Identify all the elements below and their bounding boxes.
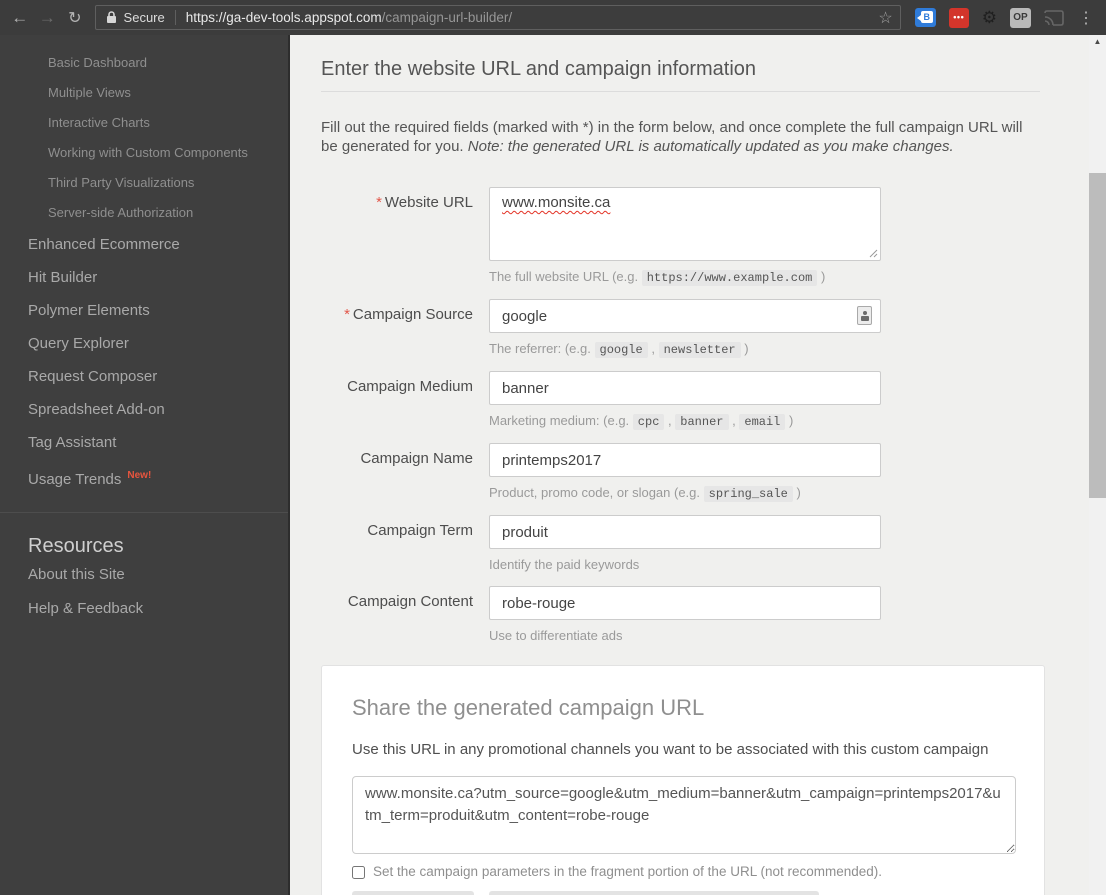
new-badge: New! bbox=[127, 470, 151, 481]
op-extension-icon[interactable]: OP bbox=[1010, 8, 1031, 28]
campaign-term-input[interactable] bbox=[489, 515, 881, 549]
sidebar-item-working-with-custom-components[interactable]: Working with Custom Components bbox=[0, 138, 288, 168]
intro-paragraph: Fill out the required fields (marked wit… bbox=[321, 118, 1041, 156]
campaign-term-help: Identify the paid keywords bbox=[489, 557, 881, 572]
example-chip: google bbox=[595, 342, 648, 358]
fragment-checkbox[interactable] bbox=[352, 866, 365, 879]
campaign-name-row: Campaign Name Product, promo code, or sl… bbox=[321, 443, 1106, 501]
campaign-content-help: Use to differentiate ads bbox=[489, 628, 881, 643]
share-card-title: Share the generated campaign URL bbox=[352, 694, 1014, 722]
red-dots-extension-icon[interactable]: ••• bbox=[949, 8, 969, 28]
gear-extension-icon[interactable]: ⚙ bbox=[982, 8, 997, 28]
required-asterisk: * bbox=[376, 194, 382, 211]
campaign-medium-help: Marketing medium: (e.g. cpc , banner , e… bbox=[489, 413, 881, 429]
campaign-medium-label: Campaign Medium bbox=[321, 371, 473, 429]
example-chip: newsletter bbox=[659, 342, 741, 358]
resources-heading: Resources bbox=[0, 535, 288, 558]
sidebar-item-third-party-visualizations[interactable]: Third Party Visualizations bbox=[0, 168, 288, 198]
example-chip: banner bbox=[675, 414, 728, 430]
autofill-icon[interactable] bbox=[857, 306, 872, 325]
sidebar-item-enhanced-ecommerce[interactable]: Enhanced Ecommerce bbox=[0, 228, 288, 261]
back-icon[interactable]: ← bbox=[6, 8, 34, 28]
campaign-source-input[interactable] bbox=[489, 299, 881, 333]
campaign-name-label: Campaign Name bbox=[321, 443, 473, 501]
bookmark-star-icon[interactable]: ☆ bbox=[878, 8, 892, 28]
convert-short-link-button[interactable] bbox=[489, 891, 819, 895]
reload-icon[interactable]: ↻ bbox=[61, 8, 89, 28]
sidebar-item-query-explorer[interactable]: Query Explorer bbox=[0, 327, 288, 360]
page-url[interactable]: https://ga-dev-tools.appspot.com/campaig… bbox=[186, 10, 512, 25]
campaign-term-row: Campaign Term Identify the paid keywords bbox=[321, 515, 1106, 572]
example-chip: email bbox=[739, 414, 785, 430]
intro-note: Note: the generated URL is automatically… bbox=[468, 138, 954, 155]
tag-assistant-extension-icon[interactable]: B bbox=[915, 8, 936, 27]
forward-icon[interactable]: → bbox=[34, 8, 62, 28]
sidebar-item-spreadsheet-add-on[interactable]: Spreadsheet Add-on bbox=[0, 393, 288, 426]
campaign-form: *Website URL www.monsite.ca The full web… bbox=[321, 187, 1106, 643]
secure-label: Secure bbox=[124, 10, 165, 25]
url-host: https://ga-dev-tools.appspot.com bbox=[186, 10, 382, 25]
sidebar-item-interactive-charts[interactable]: Interactive Charts bbox=[0, 108, 288, 138]
website-url-value: www.monsite.ca bbox=[502, 194, 610, 211]
main-content: Enter the website URL and campaign infor… bbox=[290, 35, 1106, 895]
scrollbar-up-arrow-icon[interactable]: ▲ bbox=[1089, 35, 1106, 49]
campaign-content-input[interactable] bbox=[489, 586, 881, 620]
sidebar-item-tag-assistant[interactable]: Tag Assistant bbox=[0, 426, 288, 459]
campaign-source-help: The referrer: (e.g. google , newsletter … bbox=[489, 341, 881, 357]
title-rule bbox=[321, 91, 1040, 92]
browser-toolbar: ← → ↻ Secure https://ga-dev-tools.appspo… bbox=[0, 0, 1106, 35]
copy-url-button[interactable] bbox=[352, 891, 474, 895]
example-chip: cpc bbox=[633, 414, 665, 430]
extensions-area: B ••• ⚙ OP bbox=[915, 8, 1064, 28]
required-asterisk: * bbox=[344, 306, 350, 323]
sidebar-item-about-this-site[interactable]: About this Site bbox=[0, 558, 288, 592]
campaign-content-row: Campaign Content Use to differentiate ad… bbox=[321, 586, 1106, 643]
page-title: Enter the website URL and campaign infor… bbox=[321, 56, 1106, 82]
usage-trends-label: Usage Trends bbox=[28, 471, 121, 488]
sidebar-item-hit-builder[interactable]: Hit Builder bbox=[0, 261, 288, 294]
campaign-term-label: Campaign Term bbox=[321, 515, 473, 572]
campaign-content-label: Campaign Content bbox=[321, 586, 473, 643]
sidebar: Basic Dashboard Multiple Views Interacti… bbox=[0, 35, 290, 895]
share-url-card: Share the generated campaign URL Use thi… bbox=[321, 665, 1045, 895]
campaign-medium-input[interactable] bbox=[489, 371, 881, 405]
fragment-checkbox-row: Set the campaign parameters in the fragm… bbox=[352, 864, 1014, 879]
campaign-name-input[interactable] bbox=[489, 443, 881, 477]
campaign-source-row: *Campaign Source The referrer: (e.g. goo… bbox=[321, 299, 1106, 357]
example-chip: spring_sale bbox=[704, 486, 793, 502]
example-chip: https://www.example.com bbox=[642, 270, 818, 286]
sidebar-divider bbox=[0, 512, 288, 513]
website-url-label: *Website URL bbox=[321, 187, 473, 285]
sidebar-item-usage-trends[interactable]: Usage Trends New! bbox=[0, 459, 288, 492]
scrollbar-thumb[interactable] bbox=[1089, 173, 1106, 498]
sidebar-item-server-side-authorization[interactable]: Server-side Authorization bbox=[0, 198, 288, 228]
sidebar-item-request-composer[interactable]: Request Composer bbox=[0, 360, 288, 393]
share-card-buttons bbox=[352, 891, 1014, 895]
page-scrollbar[interactable]: ▲ bbox=[1089, 35, 1106, 895]
cast-icon[interactable] bbox=[1044, 10, 1064, 26]
campaign-name-help: Product, promo code, or slogan (e.g. spr… bbox=[489, 485, 881, 501]
campaign-medium-row: Campaign Medium Marketing medium: (e.g. … bbox=[321, 371, 1106, 429]
url-divider bbox=[175, 10, 176, 25]
app-window: Basic Dashboard Multiple Views Interacti… bbox=[0, 35, 1106, 895]
campaign-source-label: *Campaign Source bbox=[321, 299, 473, 357]
sidebar-item-multiple-views[interactable]: Multiple Views bbox=[0, 78, 288, 108]
sidebar-item-basic-dashboard[interactable]: Basic Dashboard bbox=[0, 48, 288, 78]
website-url-row: *Website URL www.monsite.ca The full web… bbox=[321, 187, 1106, 285]
website-url-help: The full website URL (e.g. https://www.e… bbox=[489, 269, 881, 285]
sidebar-item-polymer-elements[interactable]: Polymer Elements bbox=[0, 294, 288, 327]
url-path: /campaign-url-builder/ bbox=[382, 10, 513, 25]
tag-letter: B bbox=[921, 11, 933, 23]
sidebar-item-help-feedback[interactable]: Help & Feedback bbox=[0, 592, 288, 626]
generated-url-textarea[interactable]: www.monsite.ca?utm_source=google&utm_med… bbox=[352, 776, 1016, 854]
browser-menu-icon[interactable]: ⋮ bbox=[1074, 8, 1098, 28]
lock-icon bbox=[106, 11, 117, 24]
resize-handle-icon[interactable] bbox=[869, 249, 878, 258]
website-url-textarea[interactable]: www.monsite.ca bbox=[489, 187, 881, 261]
address-bar[interactable]: Secure https://ga-dev-tools.appspot.com/… bbox=[95, 5, 901, 30]
share-card-subtitle: Use this URL in any promotional channels… bbox=[352, 740, 1014, 760]
fragment-checkbox-label: Set the campaign parameters in the fragm… bbox=[373, 864, 882, 879]
